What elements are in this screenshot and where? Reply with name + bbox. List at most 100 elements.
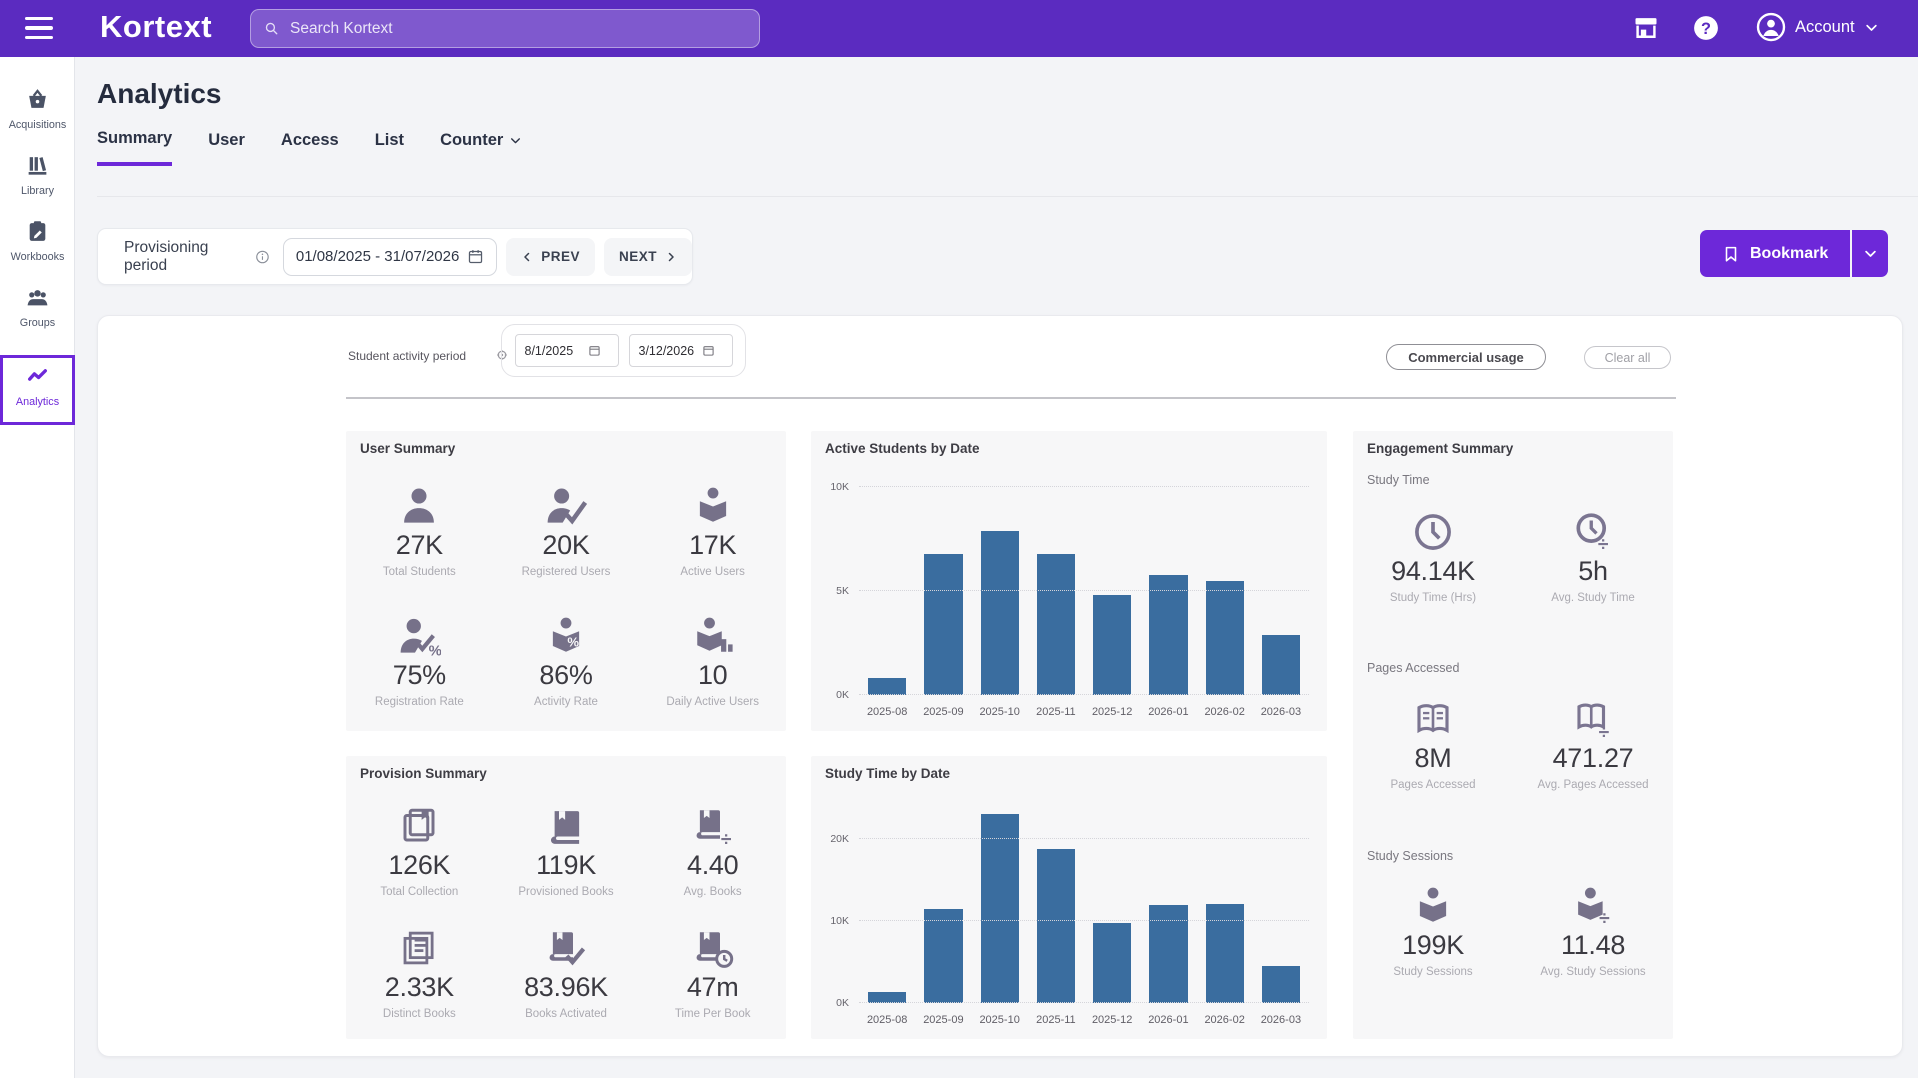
activity-end-field[interactable] [629,334,733,367]
bar-column [859,802,915,1003]
sidebar-item-workbooks[interactable]: Workbooks [0,213,75,275]
chevron-left-icon [521,251,533,263]
hamburger-menu-icon[interactable] [25,17,53,39]
bar[interactable] [1262,966,1300,1003]
card-title: Engagement Summary [1367,441,1513,456]
search-icon [263,20,280,37]
bar-column [915,477,971,695]
reader-percent-icon: % [544,613,588,657]
provisioning-date-range[interactable]: 01/08/2025 - 31/07/2026 [283,238,497,276]
bar[interactable] [924,909,962,1003]
x-tick-label: 2025-09 [915,706,971,722]
x-tick-label: 2026-02 [1197,1014,1253,1030]
reader-divide-icon: ÷ [1571,883,1615,927]
x-tick-label: 2025-11 [1028,1014,1084,1030]
calendar-icon[interactable] [588,344,601,357]
chart-bars [859,477,1309,695]
sidebar-nav: Acquisitions Library Workbooks Groups An… [0,57,75,1078]
gridline [859,590,1309,591]
bookstore-icon[interactable] [1632,14,1660,42]
sidebar-item-library[interactable]: Library [0,147,75,209]
tab-summary[interactable]: Summary [97,129,172,166]
bar[interactable] [1206,581,1244,695]
bookmark-button[interactable]: Bookmark [1700,230,1850,277]
provisioning-period-label: Provisioning period [124,239,247,275]
kpi-pages-accessed: 8M Pages Accessed [1353,696,1513,791]
provision-summary-card: Provision Summary 126K Total Collection … [346,756,786,1039]
pages-accessed-row: 8M Pages Accessed ÷ 471.27 Avg. Pages Ac… [1353,696,1673,791]
bar[interactable] [868,678,906,695]
bar[interactable] [1149,575,1187,695]
x-tick-label: 2025-08 [859,706,915,722]
x-tick-label: 2025-08 [859,1014,915,1030]
clock-icon [1411,509,1455,553]
sidebar-item-analytics[interactable]: Analytics [0,355,75,425]
tab-access[interactable]: Access [281,129,339,166]
provisioning-date-value: 01/08/2025 - 31/07/2026 [296,248,459,265]
kortext-logo[interactable]: Kortext [100,9,212,45]
workbook-icon [25,219,50,244]
person-icon [397,483,441,527]
x-tick-label: 2025-09 [915,1014,971,1030]
top-bar: Kortext ? Account [0,0,1918,57]
info-icon[interactable] [255,249,270,265]
card-title: Provision Summary [360,766,487,781]
book-collection-icon [397,803,441,847]
account-menu[interactable]: Account [1756,12,1879,42]
reader-chart-icon [691,613,735,657]
chevron-down-icon [509,134,522,147]
tab-list[interactable]: List [375,129,404,166]
reader-icon [1411,883,1455,927]
y-tick-label: 0K [836,689,849,701]
report-canvas: Student activity period Comm [97,315,1903,1057]
book-clock-icon [691,925,735,969]
activity-end-input[interactable] [630,344,702,358]
bar-column [972,802,1028,1003]
bar[interactable] [1262,635,1300,695]
bar[interactable] [1206,904,1244,1003]
sidebar-item-groups[interactable]: Groups [0,279,75,341]
search-input[interactable] [290,20,747,38]
global-search[interactable] [250,9,760,48]
bar-column [1028,802,1084,1003]
bar-column [972,477,1028,695]
bar[interactable] [1037,849,1075,1003]
activity-start-input[interactable] [516,344,588,358]
bar-column [1028,477,1084,695]
activity-start-field[interactable] [515,334,619,367]
chart-bars [859,802,1309,1003]
clear-all-button[interactable]: Clear all [1584,346,1671,369]
y-tick-label: 0K [836,997,849,1009]
clock-divide-icon: ÷ [1571,509,1615,553]
svg-text:÷: ÷ [721,830,732,848]
user-summary-grid: 27K Total Students 20K Registered Users … [346,465,786,725]
engagement-summary-card: Engagement Summary Study Time 94.14K Stu… [1353,431,1673,1039]
tab-counter[interactable]: Counter [440,129,522,166]
sidebar-item-acquisitions[interactable]: Acquisitions [0,81,75,143]
open-book-divide-icon: ÷ [1571,696,1615,740]
activity-period-label: Student activity period [348,349,466,363]
calendar-icon[interactable] [702,344,715,357]
bar[interactable] [981,531,1019,695]
tab-user[interactable]: User [208,129,245,166]
basket-icon [25,87,50,112]
bookmark-split-button: Bookmark [1700,230,1888,277]
bar[interactable] [924,554,962,695]
kpi-study-sessions: 199K Study Sessions [1353,883,1513,978]
commercial-usage-button[interactable]: Commercial usage [1386,344,1546,370]
next-period-button[interactable]: NEXT [604,238,692,276]
svg-text:%: % [567,634,579,649]
x-tick-label: 2026-03 [1253,1014,1309,1030]
chevron-right-icon [665,251,677,263]
help-icon[interactable]: ? [1692,14,1720,42]
study-time-chart-card: Study Time by Date 0K10K20K 2025-082025-… [811,756,1327,1039]
bar[interactable] [1093,595,1131,695]
bar[interactable] [1093,923,1131,1003]
bar[interactable] [1037,554,1075,695]
bar[interactable] [981,814,1019,1004]
account-label: Account [1795,18,1855,37]
prev-period-button[interactable]: PREV [506,238,595,276]
bookmark-dropdown-button[interactable] [1850,230,1888,277]
chevron-down-icon [1863,246,1878,261]
book-divide-icon: ÷ [691,803,735,847]
